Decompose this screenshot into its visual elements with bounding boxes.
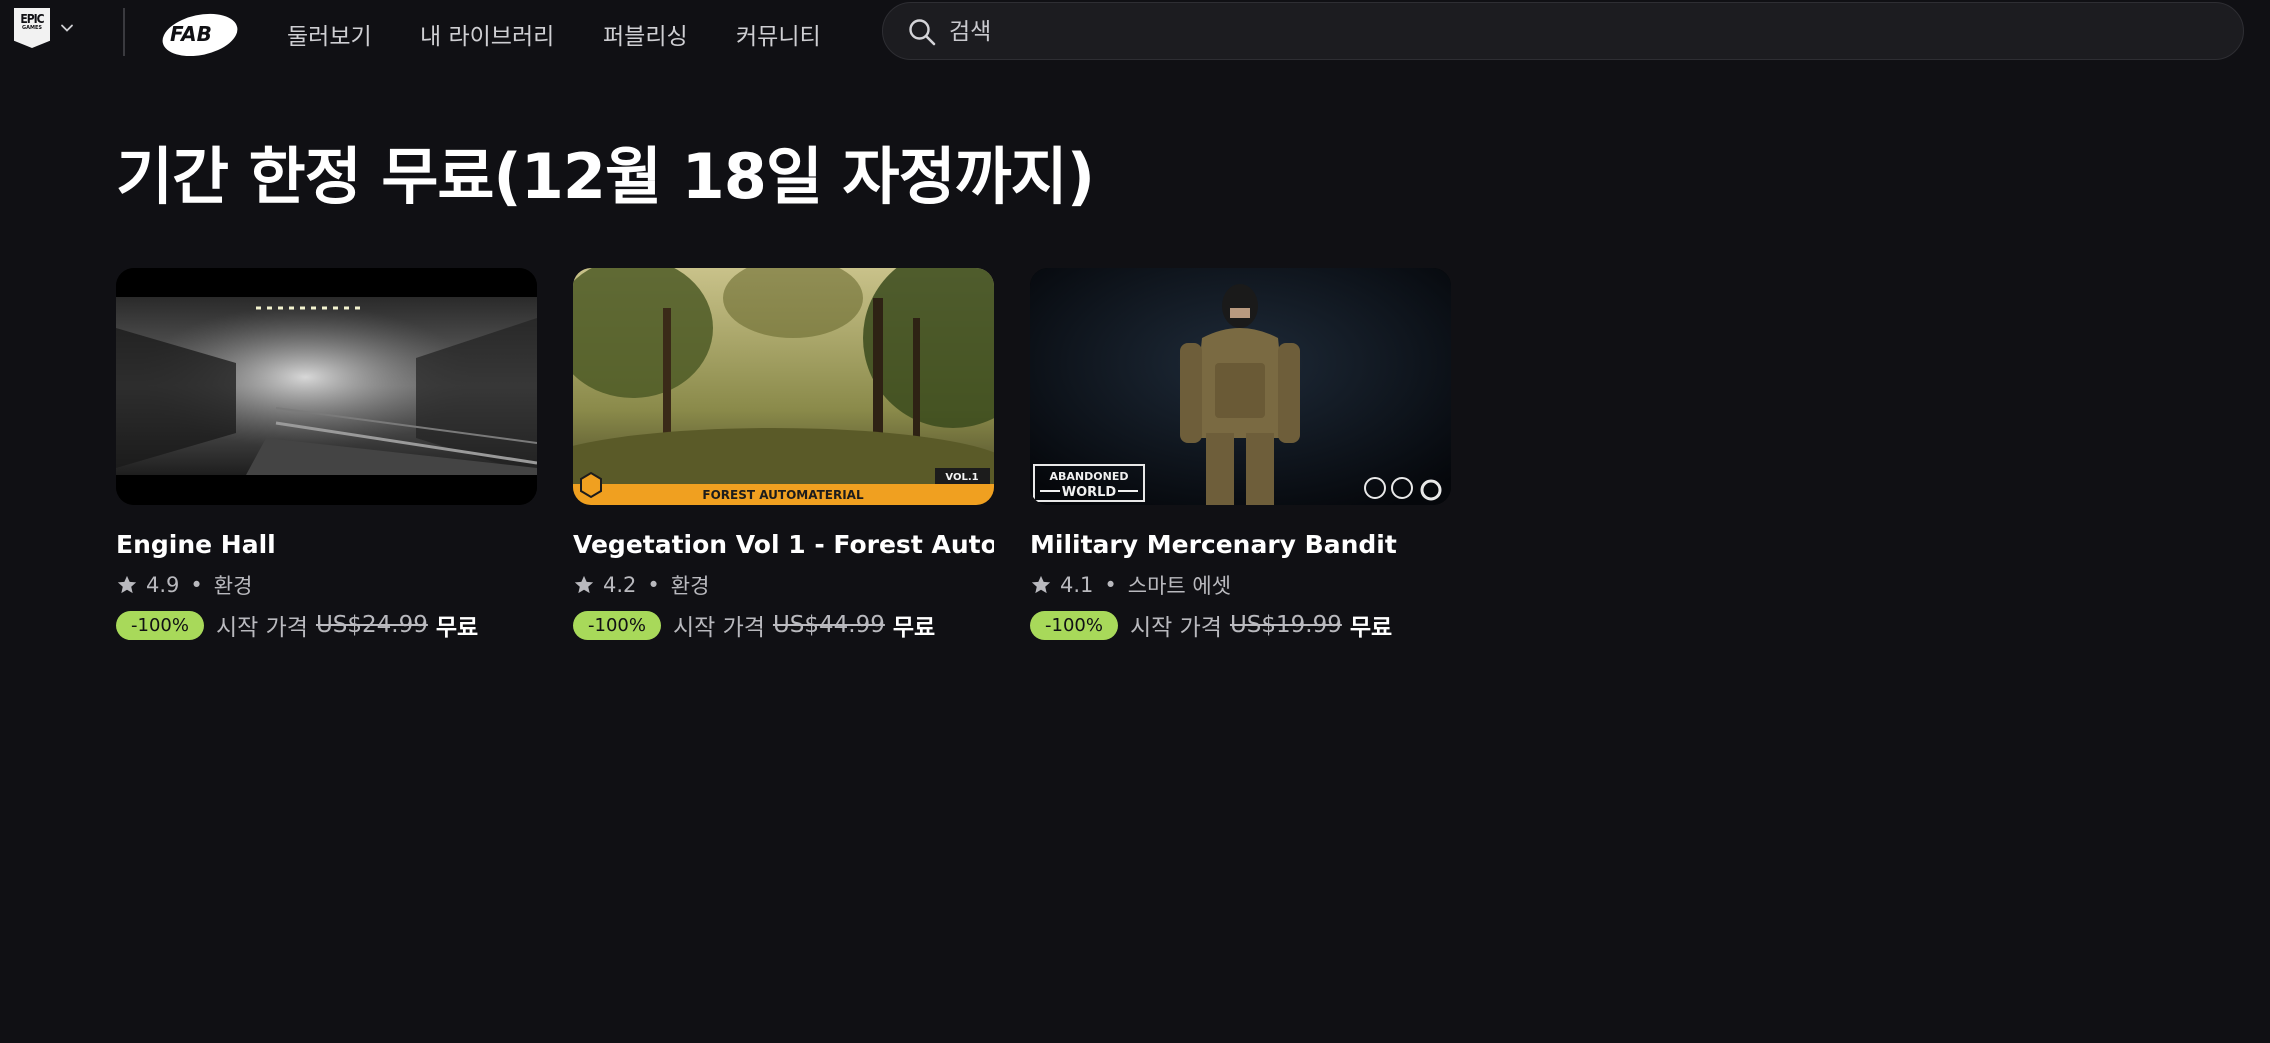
original-price: US$44.99 xyxy=(772,612,885,638)
price-prefix: 시작 가격 xyxy=(216,615,308,641)
price-row: -100% 시작 가격 US$44.99 무료 xyxy=(573,608,935,642)
chevron-down-icon[interactable] xyxy=(60,21,74,35)
final-price: 무료 xyxy=(892,615,936,641)
category-label: 환경 xyxy=(670,574,710,598)
product-meta: 4.2 • 환경 xyxy=(573,570,709,600)
rating-value: 4.9 xyxy=(146,573,180,597)
final-price: 무료 xyxy=(1349,615,1393,641)
nav-browse[interactable]: 둘러보기 xyxy=(287,17,372,51)
product-thumbnail[interactable]: ABANDONED WORLD xyxy=(1030,268,1451,505)
product-title[interactable]: Military Mercenary Bandit xyxy=(1030,530,1451,559)
engine-hall-image xyxy=(116,268,537,505)
search-icon xyxy=(909,19,936,46)
nav-publishing[interactable]: 퍼블리싱 xyxy=(603,17,688,51)
epic-logo-subtext: GAMES xyxy=(22,25,42,31)
product-title[interactable]: Engine Hall xyxy=(116,530,537,559)
thumb-volume-tag: VOL.1 xyxy=(945,472,978,483)
discount-badge: -100% xyxy=(116,610,204,640)
search-bar[interactable] xyxy=(882,2,2244,60)
thumb-banner-text: FOREST AUTOMATERIAL xyxy=(702,488,864,502)
price-prefix: 시작 가격 xyxy=(673,615,765,641)
rating-value: 4.1 xyxy=(1060,573,1094,597)
star-icon xyxy=(117,575,137,594)
category-label: 스마트 에셋 xyxy=(1127,574,1232,598)
product-thumbnail[interactable] xyxy=(116,268,537,505)
separator-dot: • xyxy=(1104,573,1117,597)
star-icon xyxy=(1031,575,1051,594)
nav-my-library[interactable]: 내 라이브러리 xyxy=(420,17,554,51)
fab-logo-text: FAB xyxy=(170,22,212,46)
original-price: US$19.99 xyxy=(1229,612,1342,638)
thumb-logo-line2: WORLD xyxy=(1062,485,1117,500)
price-row: -100% 시작 가격 US$24.99 무료 xyxy=(116,608,478,642)
product-card-vegetation[interactable]: VOL.1 FOREST AUTOMATERIAL Vegetation Vol… xyxy=(573,268,994,641)
header-divider xyxy=(123,8,125,56)
discount-badge: -100% xyxy=(1030,610,1118,640)
final-price: 무료 xyxy=(435,615,479,641)
fab-logo[interactable]: FAB xyxy=(161,10,239,56)
top-navigation-bar: EPIC GAMES FAB 둘러보기 내 라이브러리 퍼블리싱 커뮤니티 xyxy=(0,0,2270,64)
epic-games-logo[interactable]: EPIC GAMES xyxy=(14,8,50,48)
product-title[interactable]: Vegetation Vol 1 - Forest Auto… xyxy=(573,530,994,559)
soldier-image: ABANDONED WORLD xyxy=(1030,268,1451,505)
category-label: 환경 xyxy=(213,574,253,598)
product-meta: 4.9 • 환경 xyxy=(116,570,252,600)
discount-badge: -100% xyxy=(573,610,661,640)
forest-image: VOL.1 FOREST AUTOMATERIAL xyxy=(573,268,994,505)
price-prefix: 시작 가격 xyxy=(1130,615,1222,641)
star-icon xyxy=(574,575,594,594)
page-title: 기간 한정 무료(12월 18일 자정까지) xyxy=(116,140,1095,213)
product-card-military-mercenary[interactable]: ABANDONED WORLD Military Mercenary Bandi… xyxy=(1030,268,1451,641)
product-thumbnail[interactable]: VOL.1 FOREST AUTOMATERIAL xyxy=(573,268,994,505)
original-price: US$24.99 xyxy=(315,612,428,638)
product-card-engine-hall[interactable]: Engine Hall 4.9 • 환경 -100% 시작 가격 US$24.9… xyxy=(116,268,537,641)
rating-value: 4.2 xyxy=(603,573,637,597)
nav-community[interactable]: 커뮤니티 xyxy=(736,17,821,51)
search-input[interactable] xyxy=(947,11,2211,53)
epic-logo-text: EPIC xyxy=(20,12,44,26)
separator-dot: • xyxy=(190,573,203,597)
thumb-logo-line1: ABANDONED xyxy=(1050,470,1129,483)
product-meta: 4.1 • 스마트 에셋 xyxy=(1030,570,1231,600)
price-row: -100% 시작 가격 US$19.99 무료 xyxy=(1030,608,1392,642)
separator-dot: • xyxy=(647,573,660,597)
